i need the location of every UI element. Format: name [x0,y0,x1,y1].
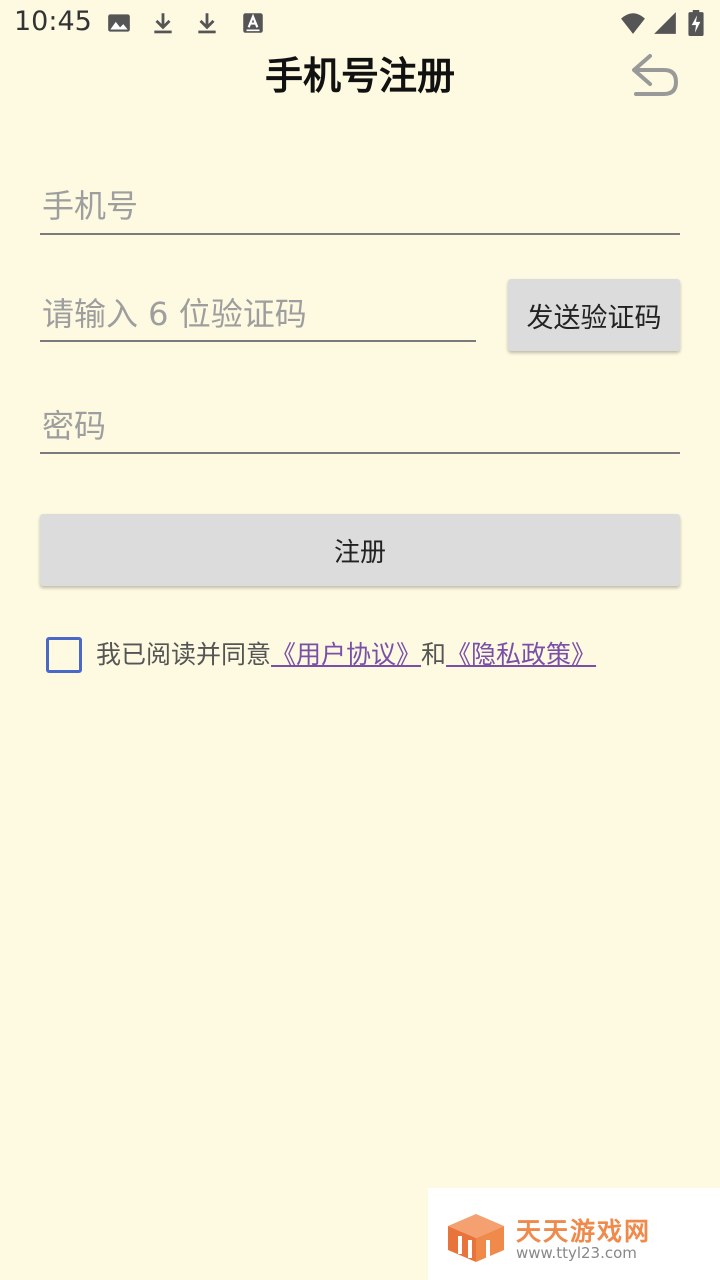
agreement-conjunction: 和 [421,640,447,669]
back-button[interactable] [624,48,684,100]
download-icon [150,10,176,36]
user-agreement-link[interactable]: 《用户协议》 [271,640,421,669]
password-underline [40,452,680,454]
agreement-text: 我已阅读并同意《用户协议》和《隐私政策》 [96,636,596,674]
wifi-icon [618,10,648,36]
download-icon [194,10,220,36]
watermark: 天天游戏网 www.ttyl23.com [428,1188,720,1280]
register-button[interactable]: 注册 [40,514,680,586]
image-icon [106,10,132,36]
status-time: 10:45 [14,6,92,37]
privacy-policy-link[interactable]: 《隐私政策》 [446,640,596,669]
password-input[interactable] [40,400,680,452]
code-underline [40,340,476,342]
page-title: 手机号注册 [264,54,455,98]
send-code-button[interactable]: 发送验证码 [508,279,680,351]
verification-code-input[interactable] [40,288,476,340]
battery-charging-icon [688,10,708,36]
font-icon [240,10,266,36]
watermark-logo-icon [446,1212,506,1264]
undo-arrow-icon [632,54,679,96]
agreement-checkbox[interactable] [46,637,82,673]
agreement-prefix: 我已阅读并同意 [96,640,272,669]
watermark-title: 天天游戏网 [516,1217,652,1246]
status-bar: 10:45 [0,0,720,48]
watermark-url: www.ttyl23.com [516,1244,637,1262]
phone-input[interactable] [40,180,680,232]
signal-icon [652,10,678,36]
phone-underline [40,233,680,235]
